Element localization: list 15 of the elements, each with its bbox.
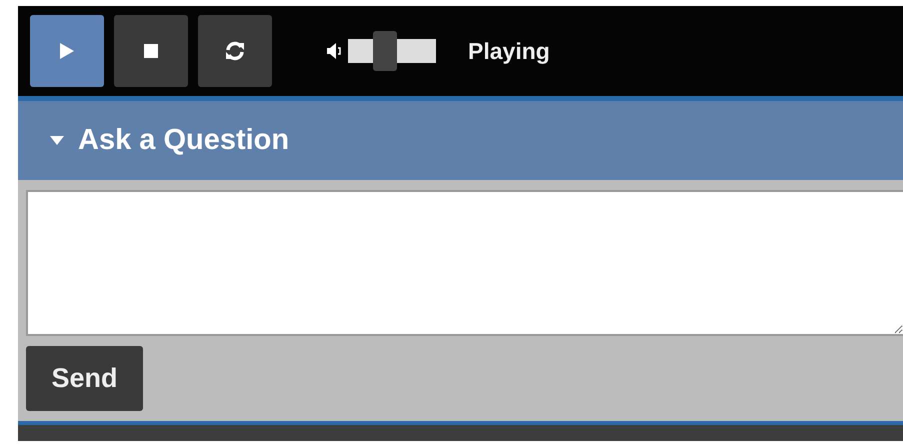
play-icon	[59, 42, 75, 60]
panel-title: Ask a Question	[78, 124, 290, 157]
stop-icon	[144, 44, 158, 58]
refresh-icon	[224, 40, 246, 62]
speaker-icon	[326, 42, 344, 60]
question-field[interactable]	[26, 190, 903, 336]
caret-icon	[50, 136, 64, 146]
status-text: Playing	[468, 38, 550, 64]
stop-button[interactable]	[114, 15, 188, 87]
play-button[interactable]	[30, 15, 104, 87]
volume-slider[interactable]	[348, 31, 436, 71]
slider-thumb[interactable]	[372, 31, 397, 71]
panel-header[interactable]: Ask a Question	[18, 101, 903, 180]
send-button[interactable]: Send	[26, 346, 143, 411]
refresh-button[interactable]	[198, 15, 272, 87]
